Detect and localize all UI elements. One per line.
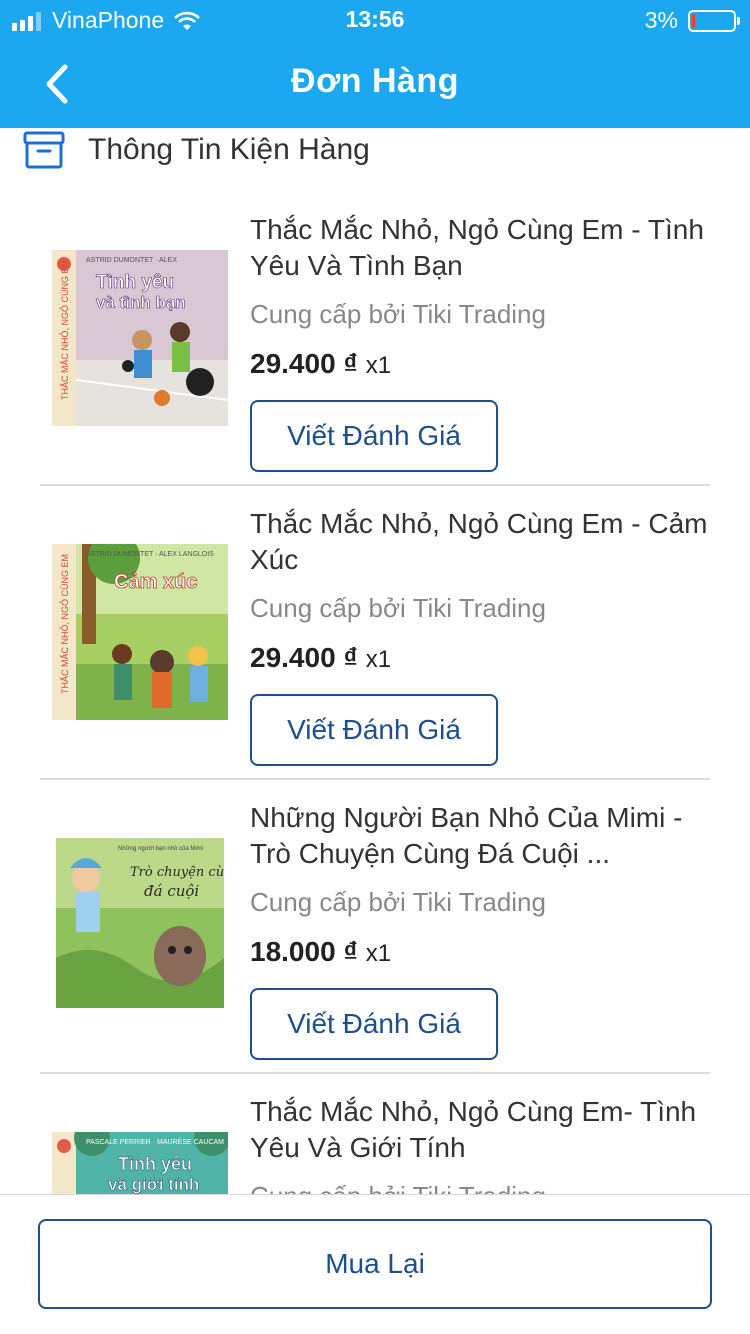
svg-text:PASCALE PERRIER · MAURÈSE CAUC: PASCALE PERRIER · MAURÈSE CAUCAM <box>86 1137 224 1146</box>
page-title: Đơn Hàng <box>291 62 459 100</box>
item-qty: x1 <box>365 646 392 673</box>
section-header: Thông Tin Kiện Hàng <box>22 126 370 174</box>
status-bar: VinaPhone 13:56 3% <box>0 0 750 40</box>
item-price: 29.400 ₫ <box>250 642 358 673</box>
item-qty: x1 <box>365 940 392 967</box>
section-title: Thông Tin Kiện Hàng <box>88 133 370 166</box>
battery-percent: 3% <box>644 7 678 33</box>
svg-text:ASTRID DUMONTET · ALEX LANGLOI: ASTRID DUMONTET · ALEX LANGLOIS <box>86 551 214 558</box>
item-qty: x1 <box>365 352 392 379</box>
bottom-bar: Mua Lại <box>0 1194 750 1334</box>
item-info: Những Người Bạn Nhỏ Của Mimi - Trò Chuyệ… <box>250 800 710 1060</box>
product-cover-image[interactable]: ASTRID DUMONTET · ALEX Tình yêu và tình … <box>52 250 228 426</box>
price-line: 18.000 ₫ x1 <box>250 934 710 972</box>
item-seller: Cung cấp bởi Tiki Trading <box>250 887 546 917</box>
svg-text:và giới tính: và giới tính <box>108 1175 199 1194</box>
svg-text:Trò chuyện cùng: Trò chuyện cùng <box>130 865 224 880</box>
package-box-icon <box>23 131 65 169</box>
write-review-button[interactable]: Viết Đánh Giá <box>250 400 498 472</box>
item-title[interactable]: Thắc Mắc Nhỏ, Ngỏ Cùng Em - Cảm Xúc <box>250 506 710 578</box>
item-title[interactable]: Những Người Bạn Nhỏ Của Mimi - Trò Chuyệ… <box>250 800 710 872</box>
item-seller: Cung cấp bởi Tiki Trading <box>250 299 546 329</box>
product-cover-image[interactable]: ASTRID DUMONTET · ALEX LANGLOIS Cảm xúc … <box>52 544 228 720</box>
price-line: 29.400 ₫ x1 <box>250 346 710 384</box>
item-title[interactable]: Thắc Mắc Nhỏ, Ngỏ Cùng Em- Tình Yêu Và G… <box>250 1094 710 1166</box>
svg-text:Tình yêu: Tình yêu <box>96 272 174 293</box>
order-item: Những người bạn nhỏ của Mimi Trò chuyện … <box>0 780 750 1074</box>
product-cover-image[interactable]: Những người bạn nhỏ của Mimi Trò chuyện … <box>56 838 224 1008</box>
svg-text:ASTRID DUMONTET · ALEX: ASTRID DUMONTET · ALEX <box>86 257 177 264</box>
item-price: 29.400 ₫ <box>250 348 358 379</box>
svg-text:và tình bạn: và tình bạn <box>96 293 186 312</box>
svg-text:đá cuội: đá cuội <box>144 882 199 900</box>
write-review-button[interactable]: Viết Đánh Giá <box>250 988 498 1060</box>
rebuy-button[interactable]: Mua Lại <box>38 1219 712 1309</box>
svg-text:Cảm xúc: Cảm xúc <box>114 571 197 593</box>
status-right: 3% <box>644 7 740 34</box>
svg-text:Những người bạn nhỏ của Mimi: Những người bạn nhỏ của Mimi <box>118 845 203 852</box>
svg-text:THẮC MẮC NHỎ, NGỎ CÙNG EM: THẮC MẮC NHỎ, NGỎ CÙNG EM <box>59 554 70 694</box>
item-info: Thắc Mắc Nhỏ, Ngỏ Cùng Em - Cảm Xúc Cung… <box>250 506 710 766</box>
item-info: Thắc Mắc Nhỏ, Ngỏ Cùng Em - Tình Yêu Và … <box>250 212 710 472</box>
write-review-button[interactable]: Viết Đánh Giá <box>250 694 498 766</box>
item-seller: Cung cấp bởi Tiki Trading <box>250 593 546 623</box>
svg-text:Tình yêu: Tình yêu <box>118 1154 192 1174</box>
svg-text:THẮC MẮC NHỎ, NGỎ CÙNG EM: THẮC MẮC NHỎ, NGỎ CÙNG EM <box>59 260 70 400</box>
item-price: 18.000 ₫ <box>250 936 358 967</box>
battery-icon <box>688 9 740 32</box>
order-screen: VinaPhone 13:56 3% Đơn Hàng Thông Tin Ki… <box>0 0 750 1334</box>
header: VinaPhone 13:56 3% Đơn Hàng <box>0 0 750 128</box>
order-item: ASTRID DUMONTET · ALEX LANGLOIS Cảm xúc … <box>0 486 750 780</box>
item-title[interactable]: Thắc Mắc Nhỏ, Ngỏ Cùng Em - Tình Yêu Và … <box>250 212 710 284</box>
nav-bar: Đơn Hàng <box>0 40 750 128</box>
status-time: 13:56 <box>345 6 405 32</box>
price-line: 29.400 ₫ x1 <box>250 640 710 678</box>
order-item: ASTRID DUMONTET · ALEX Tình yêu và tình … <box>0 192 750 486</box>
